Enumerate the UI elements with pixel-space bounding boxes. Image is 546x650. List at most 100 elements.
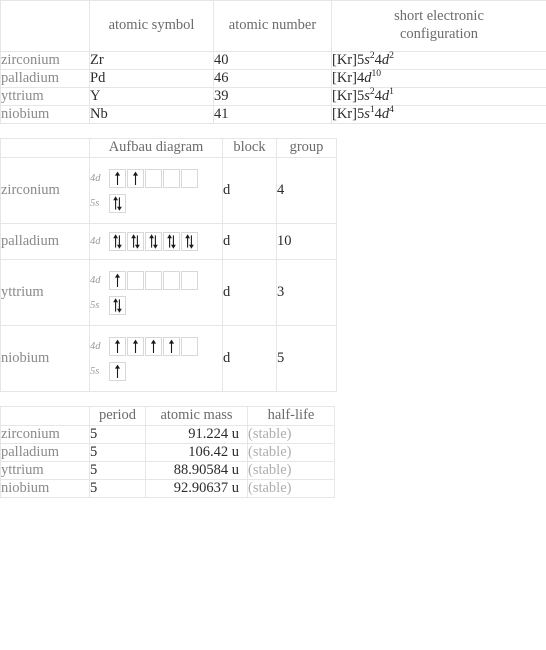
orbital-row: 5s [90,192,222,214]
spin-paired-arrows-icon [167,234,176,249]
orbital-box-updown [127,232,144,252]
header-aufbau-diagram: Aufbau diagram [89,138,223,159]
table-row: yttrium 5 88.90584 u (stable) [0,460,335,480]
table-row: yttrium 4d 5s d 3 [0,259,337,327]
orbital-box-up [109,336,126,356]
cell-period: 5 [89,478,146,498]
orbital-box-empty [127,270,144,290]
table-row: yttrium Y 39 [Kr]5s24d1 [0,86,546,107]
header-group: group [276,138,337,159]
orbital-label: 4d [90,236,101,248]
header-atomic-mass: atomic mass [145,406,248,426]
header-atomic-symbol: atomic symbol [89,0,214,53]
orbital-row: 4d [90,335,222,357]
orbital-box-up [109,270,126,290]
cell-half-life: (stable) [247,460,335,480]
orbital-box-group [109,336,198,356]
orbital-box-updown [145,232,162,252]
cell-atomic-symbol: Nb [89,105,214,125]
header-block: block [222,138,277,159]
spin-up-arrow-icon [132,171,139,185]
cell-block: d [222,259,277,327]
orbital-label: 4d [90,274,101,286]
cell-group: 5 [276,325,337,393]
orbital-box-empty [181,336,198,356]
properties-table-1: atomic symbol atomic number short electron… [0,0,546,125]
header-blank [0,0,90,53]
orbital-box-up [145,336,162,356]
orbital-box-up [109,168,126,188]
orbital-row: 4d [90,269,222,291]
row-label-niobium: niobium [0,325,90,393]
orbital-box-updown [109,193,126,213]
orbital-box-updown [109,295,126,315]
row-label-niobium: niobium [0,105,90,125]
properties-table-3: period atomic mass half-life zirconium 5 91.2… [0,406,335,498]
header-period: period [89,406,146,426]
cell-electronic-configuration: [Kr]5s24d1 [331,86,546,107]
table-row: palladium Pd 46 [Kr]4d10 [0,69,546,89]
spin-paired-arrows-icon [113,297,122,313]
orbital-label: 4d [90,340,101,352]
header-atomic-number: atomic number [213,0,332,53]
header-blank [0,138,90,159]
orbital-label: 5s [90,365,100,377]
orbital-box-up [163,336,180,356]
orbital-box-group [109,168,198,188]
cell-atomic-number: 39 [213,87,332,107]
row-label-yttrium: yttrium [0,87,90,107]
spin-up-arrow-icon [132,339,139,353]
cell-block: d [222,157,277,225]
cell-period: 5 [89,460,146,480]
orbital-box-updown [109,232,126,252]
orbital-box-empty [181,270,198,290]
cell-electronic-configuration: [Kr]5s24d2 [331,50,546,71]
cell-aufbau-diagram: 4d 5s [89,259,223,327]
table-row: niobium 5 92.90637 u (stable) [0,478,335,498]
cell-block: d [222,223,277,261]
cell-half-life: (stable) [247,424,335,444]
cell-aufbau-diagram: 4d 5s [89,325,223,393]
cell-atomic-mass: 88.90584 u [145,460,248,480]
orbital-label: 4d [90,172,101,184]
spin-up-arrow-icon [114,339,121,353]
spin-up-arrow-icon [150,339,157,353]
orbital-row: 5s [90,294,222,316]
row-label-yttrium: yttrium [0,259,90,327]
orbital-box-up [127,336,144,356]
orbital-box-empty [145,168,162,188]
cell-atomic-symbol: Pd [89,69,214,89]
electronic-configuration-formula: [Kr]5s24d2 [332,50,394,69]
spin-paired-arrows-icon [149,234,158,249]
orbital-box-group [109,295,126,315]
page-root: atomic symbol atomic number short electron… [0,0,546,498]
row-label-palladium: palladium [0,442,90,462]
row-label-zirconium: zirconium [0,51,90,71]
orbital-label: 5s [90,197,100,209]
spin-up-arrow-icon [114,364,121,378]
orbital-box-group [109,270,198,290]
table-row: zirconium 4d 5s d 4 [0,157,337,225]
orbital-box-group [109,361,126,381]
row-label-palladium: palladium [0,223,90,261]
cell-aufbau-diagram: 4d [89,223,223,261]
cell-period: 5 [89,442,146,462]
cell-atomic-number: 46 [213,69,332,89]
cell-group: 4 [276,157,337,225]
row-label-zirconium: zirconium [0,424,90,444]
table-row: palladium 4d d 10 [0,223,337,261]
cell-atomic-symbol: Y [89,87,214,107]
row-label-yttrium: yttrium [0,460,90,480]
orbital-box-group [109,232,198,252]
spin-paired-arrows-icon [113,234,122,249]
orbital-row: 4d [90,231,222,253]
electronic-configuration-formula: [Kr]5s14d4 [332,104,394,123]
table-row: niobium Nb 41 [Kr]5s14d4 [0,104,546,125]
table-gap-2 [0,392,546,406]
cell-group: 3 [276,259,337,327]
header-half-life: half-life [247,406,335,426]
electronic-configuration-formula: [Kr]5s24d1 [332,86,394,105]
row-label-palladium: palladium [0,69,90,89]
orbital-box-group [109,193,126,213]
cell-aufbau-diagram: 4d 5s [89,157,223,225]
